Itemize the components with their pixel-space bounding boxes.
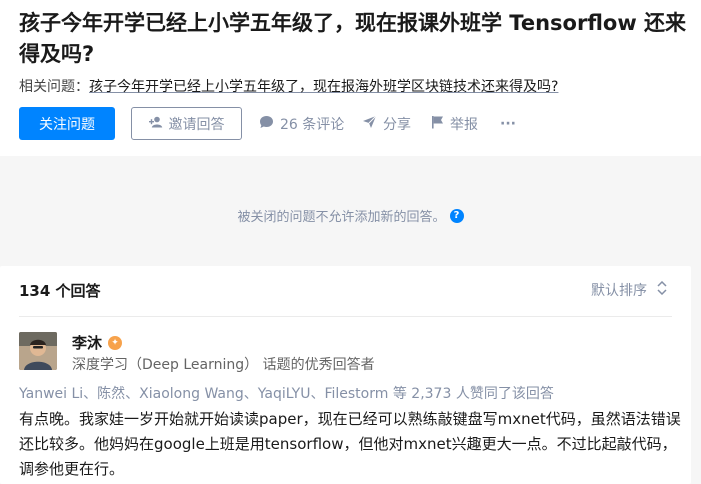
sort-label: 默认排序 — [591, 283, 647, 299]
follow-question-button[interactable]: 关注问题 — [19, 107, 115, 140]
divider — [19, 316, 672, 317]
answers-panel: 134 个回答 默认排序 李沐 ✦ 深度学习（Deep Learning） 话题… — [0, 266, 691, 484]
report-label: 举报 — [450, 116, 478, 133]
share-button[interactable]: 分享 — [362, 107, 411, 140]
question-title: 孩子今年开学已经上小学五年级了，现在报课外班学 Tensorflow 还来得及吗… — [19, 11, 687, 66]
help-icon[interactable]: ? — [449, 208, 464, 223]
author-info: 李沐 ✦ — [72, 332, 123, 353]
comment-icon — [259, 115, 274, 133]
closed-notice-text: 被关闭的问题不允许添加新的回答。 — [237, 210, 446, 225]
closed-notice: 被关闭的问题不允许添加新的回答。 ? — [0, 206, 701, 225]
related-question-link[interactable]: 孩子今年开学已经上小学五年级了，现在报海外班学区块链技术还来得及吗? — [89, 79, 558, 95]
comments-label: 26 条评论 — [280, 116, 345, 133]
more-icon[interactable]: ··· — [500, 107, 516, 140]
invite-answer-button[interactable]: 邀请回答 — [131, 107, 242, 140]
comments-button[interactable]: 26 条评论 — [259, 107, 344, 140]
related-question: 相关问题：孩子今年开学已经上小学五年级了，现在报海外班学区块链技术还来得及吗? — [19, 77, 558, 97]
sort-icon — [657, 280, 667, 299]
author-name[interactable]: 李沐 — [72, 332, 102, 353]
avatar[interactable] — [19, 332, 57, 370]
sort-dropdown[interactable]: 默认排序 — [591, 280, 667, 300]
report-button[interactable]: 举报 — [431, 107, 478, 140]
question-header: 孩子今年开学已经上小学五年级了，现在报课外班学 Tensorflow 还来得及吗… — [0, 0, 701, 156]
closed-notice-area: 被关闭的问题不允许添加新的回答。 ? — [0, 156, 701, 266]
share-label: 分享 — [383, 116, 411, 133]
invite-answer-label: 邀请回答 — [168, 116, 225, 133]
flag-icon — [431, 115, 444, 133]
voters-line[interactable]: Yanwei Li、陈然、Xiaolong Wang、YaqiLYU、Files… — [19, 383, 554, 403]
person-plus-icon — [148, 116, 163, 132]
excellent-badge-icon: ✦ — [108, 335, 123, 350]
answer-count: 134 个回答 — [19, 282, 101, 300]
author-description: 深度学习（Deep Learning） 话题的优秀回答者 — [72, 357, 375, 373]
share-icon — [362, 115, 377, 133]
answer-content: 有点晚。我家娃一岁开始就开始读读paper，现在已经可以熟练敲键盘写mxnet代… — [19, 410, 681, 478]
related-label: 相关问题： — [19, 79, 89, 95]
